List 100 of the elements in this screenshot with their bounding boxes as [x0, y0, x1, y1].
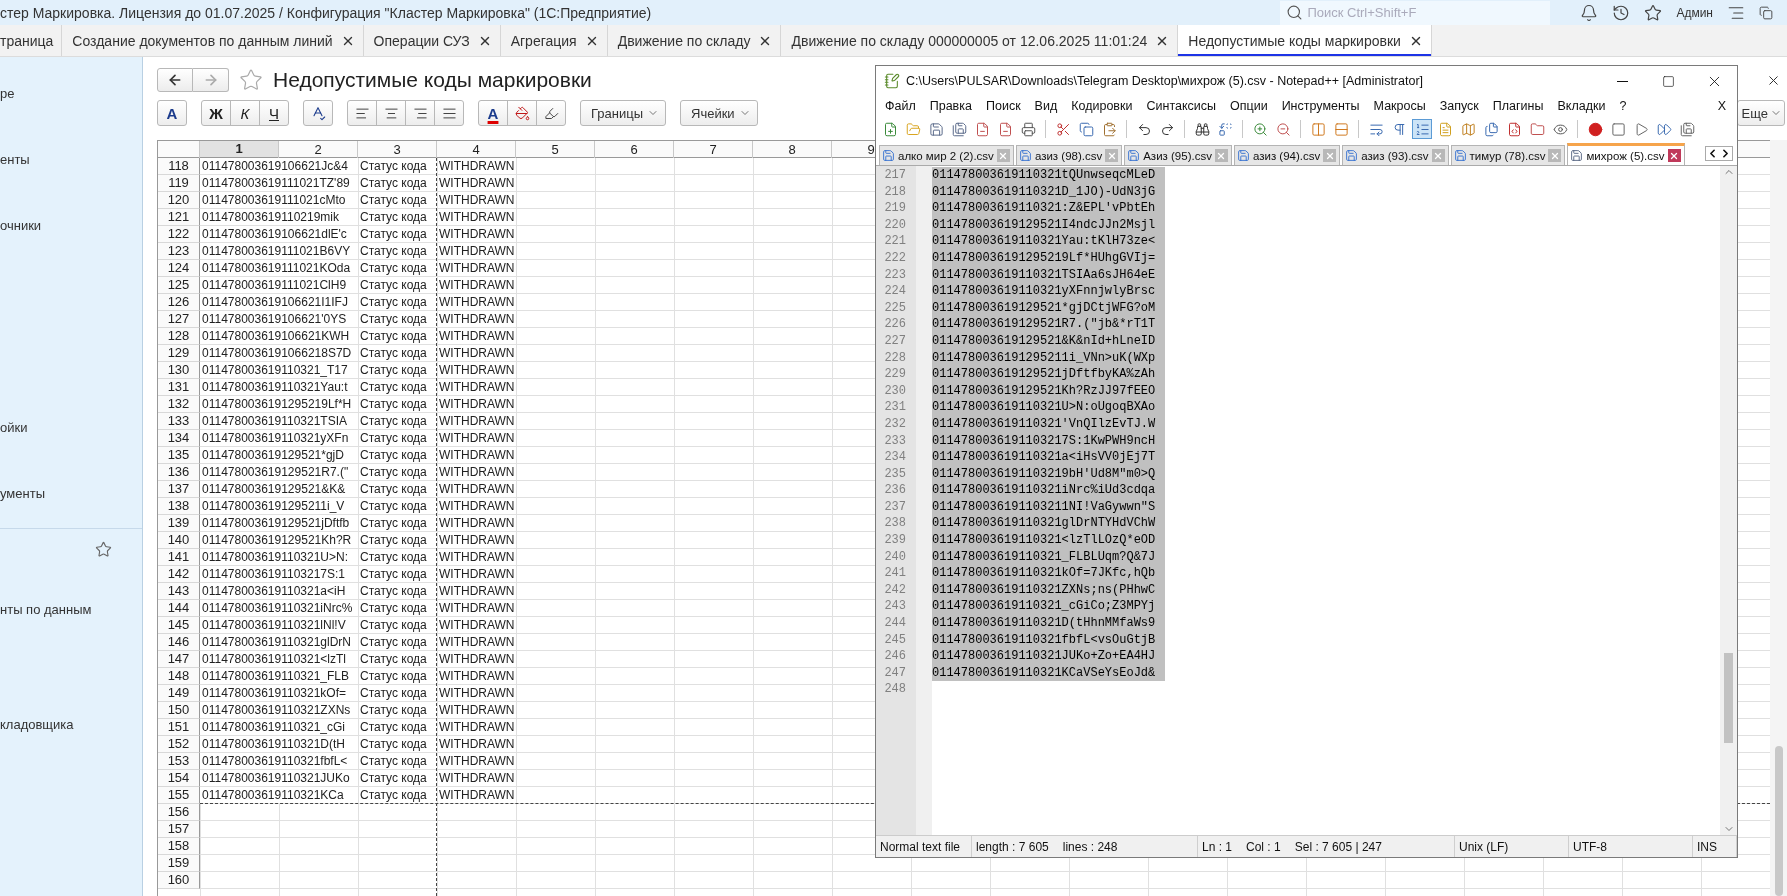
- file-icon: [1127, 149, 1141, 162]
- row-number: 129: [158, 345, 200, 362]
- sidebar-item[interactable]: ументы: [0, 484, 142, 504]
- line-number: 218: [883, 183, 907, 201]
- row-number: 138: [158, 498, 200, 515]
- document-tab[interactable]: алко мир 2 (2).csv: [879, 145, 1014, 165]
- line-number: 225: [883, 299, 907, 317]
- column-header[interactable]: 3: [393, 142, 401, 157]
- table-cell: WITHDRAWN: [437, 617, 516, 634]
- more-button[interactable]: Еще: [1736, 100, 1785, 126]
- menu-item[interactable]: Поиск: [978, 99, 1028, 113]
- wrap-text-icon: [1368, 121, 1384, 137]
- menu-item[interactable]: Запуск: [1432, 99, 1486, 113]
- close-icon: [1549, 150, 1560, 161]
- save-macro-icon: [1679, 121, 1695, 137]
- style-button[interactable]: К: [230, 100, 260, 126]
- column-header[interactable]: 2: [314, 142, 322, 157]
- table-cell: Статус кода: [358, 243, 437, 260]
- menu-item[interactable]: Кодировки: [1064, 99, 1140, 113]
- back-button[interactable]: [157, 68, 193, 92]
- sidebar-item[interactable]: кладовщика: [0, 715, 142, 735]
- document-tab[interactable]: азиз (93).csv: [1342, 145, 1449, 165]
- search-icon: [1286, 4, 1304, 21]
- sidebar-item[interactable]: нты по данным: [0, 600, 142, 620]
- align-button[interactable]: [376, 100, 406, 126]
- table-cell: Статус кода: [358, 447, 437, 464]
- spellcheck-icon: [310, 105, 326, 121]
- table-cell: Статус кода: [358, 345, 437, 362]
- line-number: 232: [883, 415, 907, 433]
- menu-item[interactable]: Опции: [1223, 99, 1275, 113]
- align-button[interactable]: [405, 100, 435, 126]
- star-icon[interactable]: [239, 68, 263, 92]
- file-icon: [1453, 149, 1467, 162]
- menu-item[interactable]: ?: [1612, 99, 1634, 113]
- align-left-icon: [354, 105, 370, 121]
- document-tab[interactable]: тимур (78).csv: [1450, 145, 1566, 165]
- row-number: 146: [158, 634, 200, 651]
- status-text: Ln : 1: [1202, 839, 1233, 854]
- highlight-button[interactable]: [536, 100, 566, 126]
- sidebar-item[interactable]: енты: [0, 150, 142, 170]
- style-button[interactable]: Ж: [201, 100, 231, 126]
- dropdown-button[interactable]: Границы: [580, 100, 666, 126]
- line-number: 235: [883, 465, 907, 483]
- scrollbar[interactable]: [1770, 140, 1787, 896]
- column-header[interactable]: 9: [867, 142, 875, 157]
- status-text: lines : 248: [1062, 839, 1118, 854]
- font-button[interactable]: A: [157, 100, 187, 126]
- menu-item[interactable]: Инструменты: [1274, 99, 1367, 113]
- column-header[interactable]: 5: [551, 142, 559, 157]
- dropdown-button[interactable]: Ячейки: [680, 100, 758, 126]
- file-icon: [882, 149, 895, 162]
- table-cell: WITHDRAWN: [437, 685, 516, 702]
- tab-close-button[interactable]: [1667, 149, 1681, 162]
- text-color-button[interactable]: A: [478, 100, 508, 126]
- table-cell: WITHDRAWN: [437, 379, 516, 396]
- user-name[interactable]: Админ: [1676, 5, 1713, 20]
- column-header[interactable]: 8: [788, 142, 796, 157]
- sidebar-item[interactable]: ойки: [0, 418, 142, 438]
- column-header[interactable]: 1: [200, 141, 278, 157]
- style-button[interactable]: Ч: [259, 100, 289, 126]
- scrollbar-thumb[interactable]: [1724, 653, 1733, 743]
- document-tab[interactable]: азиз (98).csv: [1015, 145, 1123, 165]
- table-cell: Статус кода: [358, 311, 437, 328]
- menu-item[interactable]: Вид: [1027, 99, 1065, 113]
- align-button[interactable]: [347, 100, 377, 126]
- column-header[interactable]: 4: [472, 142, 480, 157]
- document-tab[interactable]: азиз (94).csv: [1233, 145, 1341, 165]
- menu-item[interactable]: Файл: [878, 99, 923, 113]
- table-cell: Статус кода: [358, 532, 437, 549]
- document-tab[interactable]: михрож (5).csv: [1567, 143, 1685, 165]
- column-header[interactable]: 7: [709, 142, 717, 157]
- sidebar-item[interactable]: очники: [0, 216, 142, 236]
- row-number: 131: [158, 379, 200, 396]
- folder-icon: [905, 121, 921, 137]
- table-cell: Статус кода: [358, 277, 437, 294]
- line-number: 240: [883, 548, 907, 566]
- table-cell: WITHDRAWN: [437, 787, 516, 804]
- file-icon: [1345, 149, 1359, 162]
- menu-item[interactable]: Плагины: [1485, 99, 1551, 113]
- scrollbar[interactable]: [1720, 166, 1737, 835]
- table-cell: Статус кода: [358, 498, 437, 515]
- menu-item[interactable]: Макросы: [1366, 99, 1433, 113]
- line-number: 239: [883, 532, 907, 549]
- file-icon: [1018, 149, 1032, 162]
- column-header[interactable]: 6: [630, 142, 638, 157]
- align-button[interactable]: [434, 100, 464, 126]
- table-cell: WITHDRAWN: [437, 362, 516, 379]
- fill-color-button[interactable]: [507, 100, 537, 126]
- menu-item[interactable]: Правка: [922, 99, 979, 113]
- tab[interactable]: траница: [0, 25, 63, 56]
- menu-item[interactable]: Вкладки: [1550, 99, 1613, 113]
- menu-item[interactable]: Синтаксисы: [1139, 99, 1223, 113]
- sidebar-item[interactable]: ре: [0, 84, 142, 104]
- tab[interactable]: Недопустимые коды маркировки: [1178, 25, 1432, 56]
- spellcheck-button[interactable]: [303, 100, 333, 126]
- scrollbar-thumb[interactable]: [1775, 746, 1783, 896]
- file-icon: [1570, 149, 1584, 162]
- document-tab[interactable]: Азиз (95).csv: [1124, 145, 1232, 165]
- close-document-button[interactable]: X: [1710, 99, 1733, 113]
- line-number: 238: [883, 515, 907, 533]
